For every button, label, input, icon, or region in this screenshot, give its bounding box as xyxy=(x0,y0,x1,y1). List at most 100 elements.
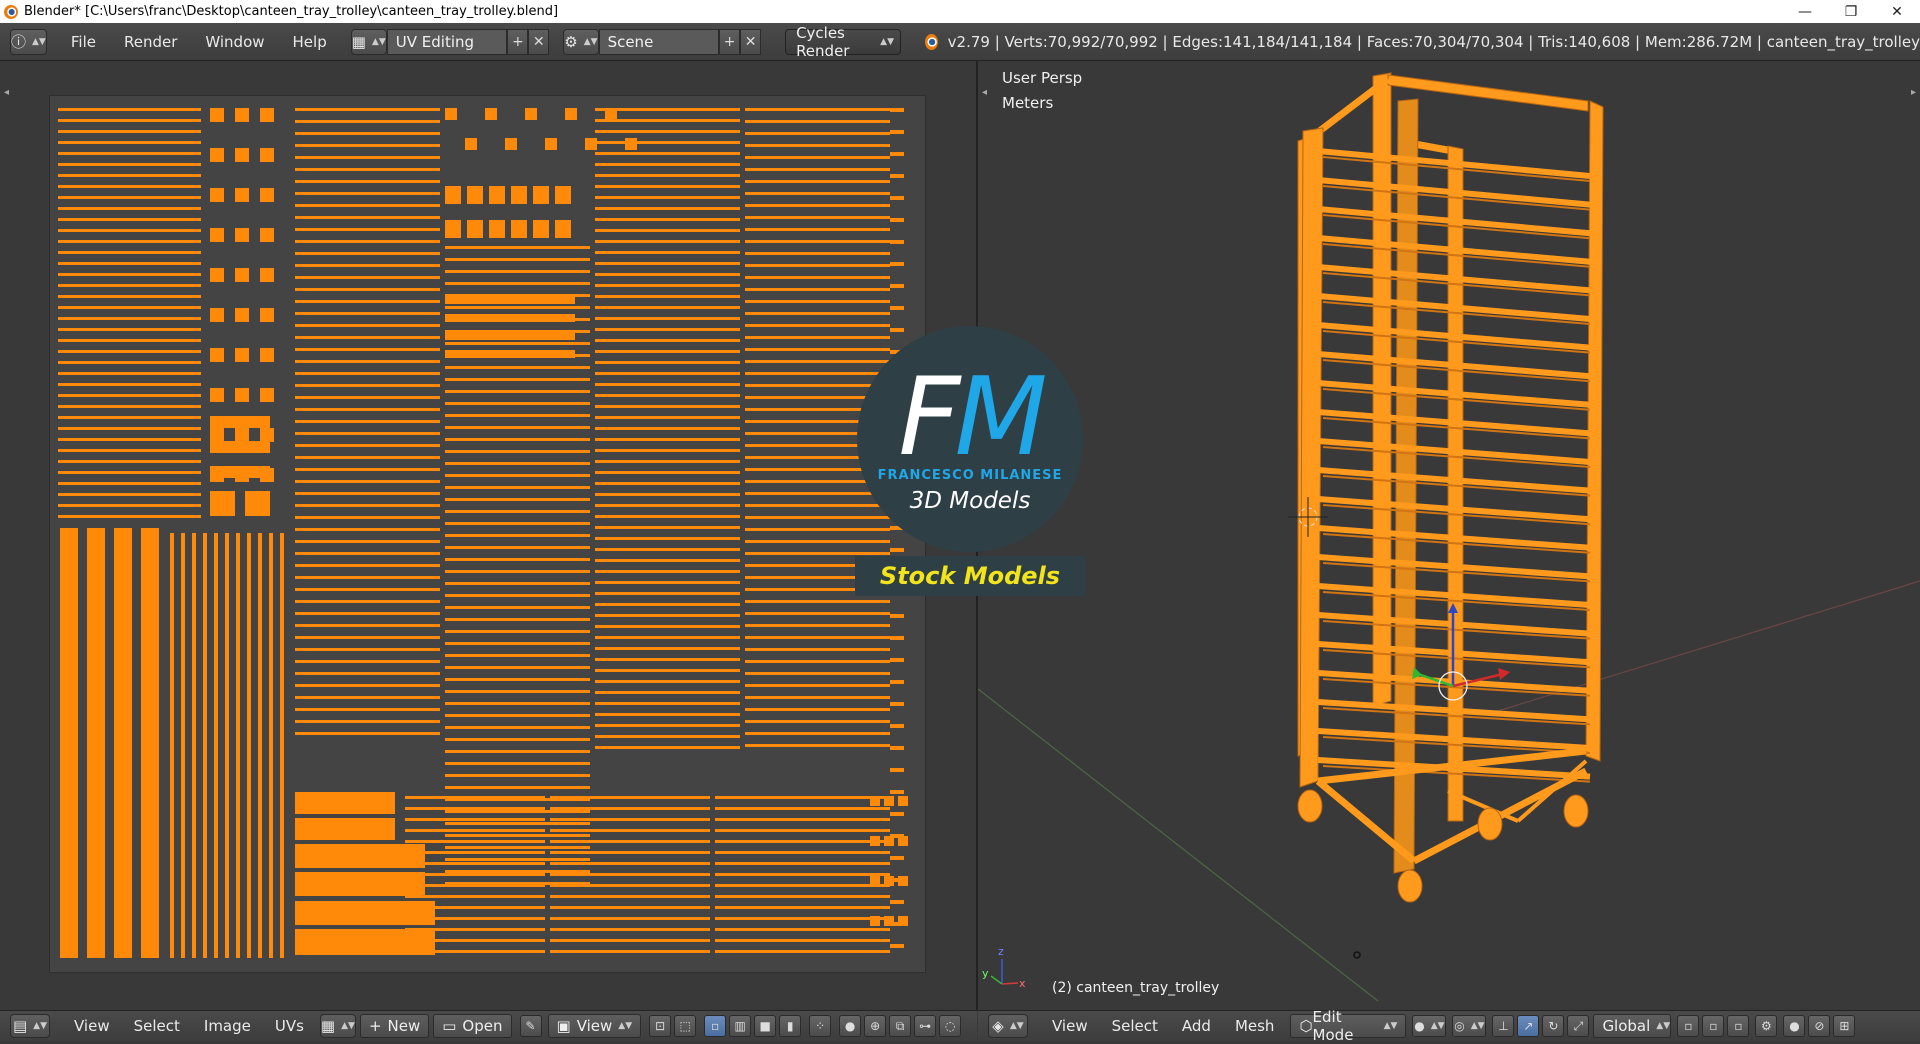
add-layout-icon[interactable]: + xyxy=(507,28,529,55)
uv-island xyxy=(545,138,557,150)
proportional-icon[interactable]: ● xyxy=(1783,1015,1806,1037)
uv-island xyxy=(595,636,740,639)
snap-element-icon[interactable]: ⊞ xyxy=(1833,1015,1856,1037)
svg-text:y: y xyxy=(982,967,989,980)
uv-island xyxy=(890,790,904,794)
view-mode-dropdown[interactable]: ▣ View ▲▼ xyxy=(547,1014,642,1038)
uv-island xyxy=(555,186,571,204)
menu-window[interactable]: Window xyxy=(191,33,278,51)
uv-island xyxy=(295,180,440,183)
uv-island xyxy=(58,416,201,419)
uv-image-editor[interactable]: ◂ xyxy=(0,61,977,1010)
uv-island xyxy=(595,658,740,661)
uv-island xyxy=(595,306,740,309)
uv-island xyxy=(595,317,740,320)
uv-island xyxy=(210,188,224,202)
uv-island xyxy=(595,229,740,232)
sticky-select-icon[interactable]: ⁘ xyxy=(809,1015,832,1037)
vp-menu-view[interactable]: View xyxy=(1040,1017,1100,1035)
orientation-dropdown[interactable]: Global ▲▼ xyxy=(1593,1014,1672,1038)
uv-island xyxy=(445,654,590,657)
vp-menu-select[interactable]: Select xyxy=(1100,1017,1170,1035)
uv-menu-view[interactable]: View xyxy=(62,1017,122,1035)
scene-field[interactable]: Scene xyxy=(598,28,720,55)
uv-island xyxy=(405,939,545,942)
menu-render[interactable]: Render xyxy=(110,33,191,51)
uv-menu-uvs[interactable]: UVs xyxy=(263,1017,316,1035)
close-button[interactable]: ✕ xyxy=(1874,0,1920,23)
mode-dropdown[interactable]: ⬡ Edit Mode ▲▼ xyxy=(1290,1008,1407,1044)
uv-island xyxy=(210,148,224,162)
pivot-icon[interactable]: ⊡ xyxy=(649,1015,672,1037)
pivot-point-icon[interactable]: ◎ ▲▼ xyxy=(1452,1015,1487,1037)
uv-island xyxy=(295,456,440,459)
vertex-select-icon[interactable]: ▫ xyxy=(704,1015,727,1037)
screen-layout-icon[interactable]: ▦ ▲▼ xyxy=(350,28,387,55)
uv-island xyxy=(58,306,201,309)
scene-icon[interactable]: ⚙ ▲▼ xyxy=(563,28,599,55)
uv-layout-canvas[interactable] xyxy=(49,95,926,973)
vp-menu-mesh[interactable]: Mesh xyxy=(1223,1017,1287,1035)
layer-2-icon[interactable]: ▫ xyxy=(1702,1015,1725,1037)
editor-type-uv-icon[interactable]: ▤ ▲▼ xyxy=(10,1014,50,1038)
occlude-geometry-icon[interactable]: ⊘ xyxy=(1808,1015,1831,1037)
screen-layout-field[interactable]: UV Editing xyxy=(386,28,508,55)
editor-type-info-icon[interactable]: ⓘ ▲▼ xyxy=(10,28,47,55)
scale-manipulator-icon[interactable]: ⤢ xyxy=(1567,1015,1590,1037)
minimize-button[interactable]: — xyxy=(1782,0,1828,23)
uv-island xyxy=(295,792,395,814)
viewport-shading-icon[interactable]: ● ▲▼ xyxy=(1412,1015,1447,1037)
uv-island xyxy=(745,612,890,615)
uv-menu-image[interactable]: Image xyxy=(192,1017,263,1035)
uv-island xyxy=(260,228,274,242)
uv-island xyxy=(445,314,575,322)
uv-island xyxy=(295,408,440,411)
render-preview-icon[interactable]: ◌ xyxy=(939,1015,962,1037)
uv-island xyxy=(235,228,249,242)
toolshelf-toggle-icon[interactable]: ◂ xyxy=(4,87,9,98)
render-engine-dropdown[interactable]: Cycles Render ▲▼ xyxy=(785,24,902,60)
face-select-icon[interactable]: ■ xyxy=(754,1015,777,1037)
remove-scene-icon[interactable]: ✕ xyxy=(740,28,762,55)
pin-icon[interactable]: ✎ xyxy=(519,1015,542,1037)
uv-island xyxy=(465,138,477,150)
layer-1-icon[interactable]: ▫ xyxy=(1677,1015,1700,1037)
snap-toggle-icon[interactable]: ⚙ xyxy=(1755,1015,1778,1037)
image-browse-icon[interactable]: ▦ ▲▼ xyxy=(319,1014,356,1038)
maximize-button[interactable]: ❐ xyxy=(1828,0,1874,23)
remove-layout-icon[interactable]: ✕ xyxy=(528,28,550,55)
editor-type-3d-icon[interactable]: ◈ ▲▼ xyxy=(988,1014,1028,1038)
island-select-icon[interactable]: ▮ xyxy=(779,1015,802,1037)
uv-island xyxy=(445,822,590,825)
uv-island xyxy=(467,186,483,204)
snap-target-icon[interactable]: ⧉ xyxy=(889,1015,912,1037)
layer-3-icon[interactable]: ▫ xyxy=(1727,1015,1750,1037)
uv-island xyxy=(235,108,249,122)
new-image-button[interactable]: + New xyxy=(359,1014,430,1038)
uv-island xyxy=(235,268,249,282)
uv-island xyxy=(445,738,590,741)
manipulator-toggle-icon[interactable]: ⊥ xyxy=(1492,1015,1515,1037)
sync-selection-icon[interactable]: ⬚ xyxy=(674,1015,697,1037)
uv-island xyxy=(445,426,590,429)
uv-island xyxy=(715,818,890,821)
uv-island xyxy=(870,836,880,846)
3d-viewport[interactable]: ◂ ▸ User Persp Meters z x y (2) canteen_… xyxy=(978,61,1920,1010)
uv-island xyxy=(550,818,710,821)
uv-sculpt-icon[interactable]: ⊶ xyxy=(914,1015,937,1037)
uv-island xyxy=(625,138,637,150)
proportional-edit-icon[interactable]: ● xyxy=(839,1015,862,1037)
translate-manipulator-icon[interactable]: ↗ xyxy=(1517,1015,1540,1037)
wheel xyxy=(1563,794,1589,828)
menu-help[interactable]: Help xyxy=(279,33,341,51)
uv-island xyxy=(58,141,201,144)
add-scene-icon[interactable]: + xyxy=(719,28,741,55)
vp-menu-add[interactable]: Add xyxy=(1170,1017,1223,1035)
uv-menu-select[interactable]: Select xyxy=(122,1017,192,1035)
uv-island xyxy=(485,108,497,120)
menu-file[interactable]: File xyxy=(57,33,110,51)
edge-select-icon[interactable]: ▥ xyxy=(729,1015,752,1037)
snap-icon[interactable]: ⊕ xyxy=(864,1015,887,1037)
open-image-button[interactable]: ▭ Open xyxy=(433,1014,512,1038)
rotate-manipulator-icon[interactable]: ↻ xyxy=(1542,1015,1565,1037)
